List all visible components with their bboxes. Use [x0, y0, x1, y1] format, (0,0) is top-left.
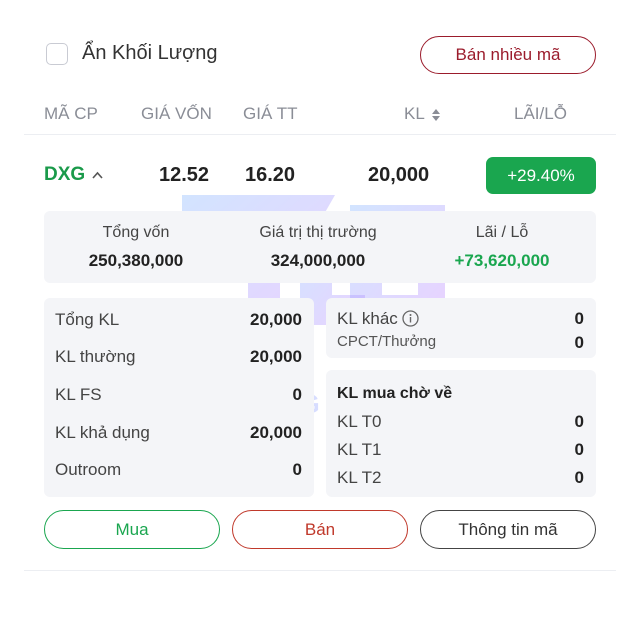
- total-volume-value: 20,000: [250, 310, 302, 329]
- normal-volume-value: 20,000: [250, 347, 302, 366]
- total-cost-label: Tổng vốn: [102, 224, 170, 241]
- position-market-price: 16.20: [245, 164, 296, 186]
- hide-volume-checkbox[interactable]: [46, 43, 68, 65]
- column-header-pnl: LÃI/LỖ: [514, 104, 567, 123]
- outroom-value: 0: [292, 460, 302, 479]
- pending-buy-title: KL mua chờ về: [337, 385, 453, 402]
- market-value-label: Giá trị thị trường: [259, 224, 377, 241]
- column-header-market-price: GIÁ TT: [243, 104, 298, 123]
- stock-info-button[interactable]: Thông tin mã: [420, 510, 596, 549]
- position-ticker[interactable]: DXG: [44, 164, 103, 186]
- t1-volume-label: KL T1: [337, 440, 382, 459]
- other-volume-row: KL khác: [337, 309, 419, 329]
- position-cost-price: 12.52: [159, 164, 210, 186]
- normal-volume-label: KL thường: [55, 347, 136, 366]
- total-cost-value: 250,380,000: [88, 251, 184, 270]
- rights-volume-value: 0: [574, 333, 584, 352]
- footer-divider: [24, 570, 616, 571]
- ticker-label: DXG: [44, 164, 86, 185]
- column-header-volume[interactable]: KL: [404, 104, 441, 124]
- t0-volume-label: KL T0: [337, 412, 382, 431]
- position-volume: 20,000: [368, 164, 430, 186]
- sort-icon[interactable]: [431, 108, 441, 122]
- pnl-amount-label: Lãi / Lỗ: [475, 224, 529, 241]
- available-volume-value: 20,000: [250, 423, 302, 442]
- t2-volume-value: 0: [574, 468, 584, 487]
- summary-panel: [44, 211, 596, 283]
- outroom-label: Outroom: [55, 460, 122, 479]
- sell-multiple-button[interactable]: Bán nhiều mã: [420, 36, 596, 74]
- total-volume-label: Tổng KL: [55, 310, 120, 329]
- info-icon[interactable]: [402, 310, 419, 327]
- column-header-code: MÃ CP: [44, 104, 98, 123]
- hide-volume-label[interactable]: Ẩn Khối Lượng: [82, 42, 217, 65]
- other-volume-label: KL khác: [337, 309, 398, 328]
- fs-volume-value: 0: [292, 385, 302, 404]
- chevron-up-icon[interactable]: [92, 171, 103, 179]
- t1-volume-value: 0: [574, 440, 584, 459]
- header-divider: [24, 134, 616, 135]
- other-volume-value: 0: [574, 309, 584, 328]
- rights-volume-label: CPCT/Thưởng: [337, 333, 437, 350]
- buy-button[interactable]: Mua: [44, 510, 220, 549]
- column-header-volume-label: KL: [404, 104, 425, 123]
- pnl-percent-badge: +29.40%: [486, 157, 596, 194]
- pnl-amount-value: +73,620,000: [454, 251, 550, 270]
- fs-volume-label: KL FS: [55, 385, 102, 404]
- t2-volume-label: KL T2: [337, 468, 382, 487]
- market-value-value: 324,000,000: [270, 251, 366, 270]
- sell-button[interactable]: Bán: [232, 510, 408, 549]
- column-header-cost-price: GIÁ VỐN: [141, 104, 212, 123]
- t0-volume-value: 0: [574, 412, 584, 431]
- available-volume-label: KL khả dụng: [55, 423, 150, 442]
